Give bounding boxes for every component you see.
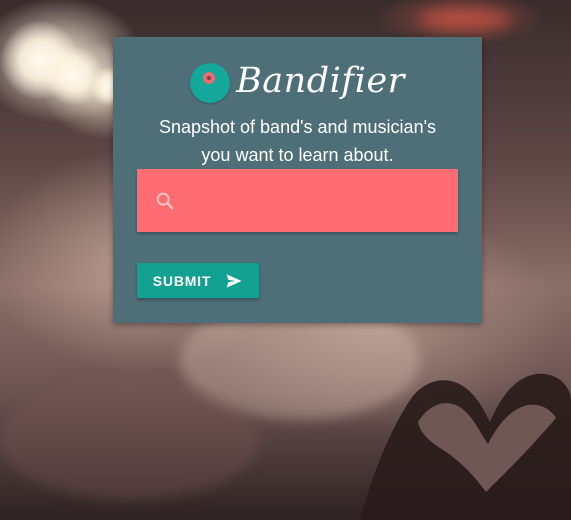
tagline-line-1: Snapshot of band's and musician's bbox=[158, 117, 437, 137]
tagline: Snapshot of band's and musician's you wa… bbox=[113, 113, 482, 169]
search-input[interactable] bbox=[186, 179, 446, 222]
submit-button[interactable]: SUBMIT bbox=[137, 263, 259, 298]
send-icon bbox=[226, 273, 242, 288]
search-icon bbox=[156, 192, 174, 210]
submit-label: SUBMIT bbox=[152, 272, 212, 289]
stage-haze bbox=[0, 380, 260, 500]
heart-hands-silhouette bbox=[360, 373, 571, 520]
search-card: Bandifier Snapshot of band's and musicia… bbox=[113, 37, 482, 323]
tagline-line-2: you want to learn about. bbox=[201, 145, 394, 165]
search-field[interactable] bbox=[137, 169, 458, 232]
app-title: Bandifier bbox=[236, 61, 405, 101]
brand-header: Bandifier bbox=[113, 57, 482, 105]
concert-background: Bandifier Snapshot of band's and musicia… bbox=[0, 0, 571, 520]
vinyl-record-icon bbox=[190, 63, 231, 103]
stage-haze bbox=[420, 8, 510, 30]
